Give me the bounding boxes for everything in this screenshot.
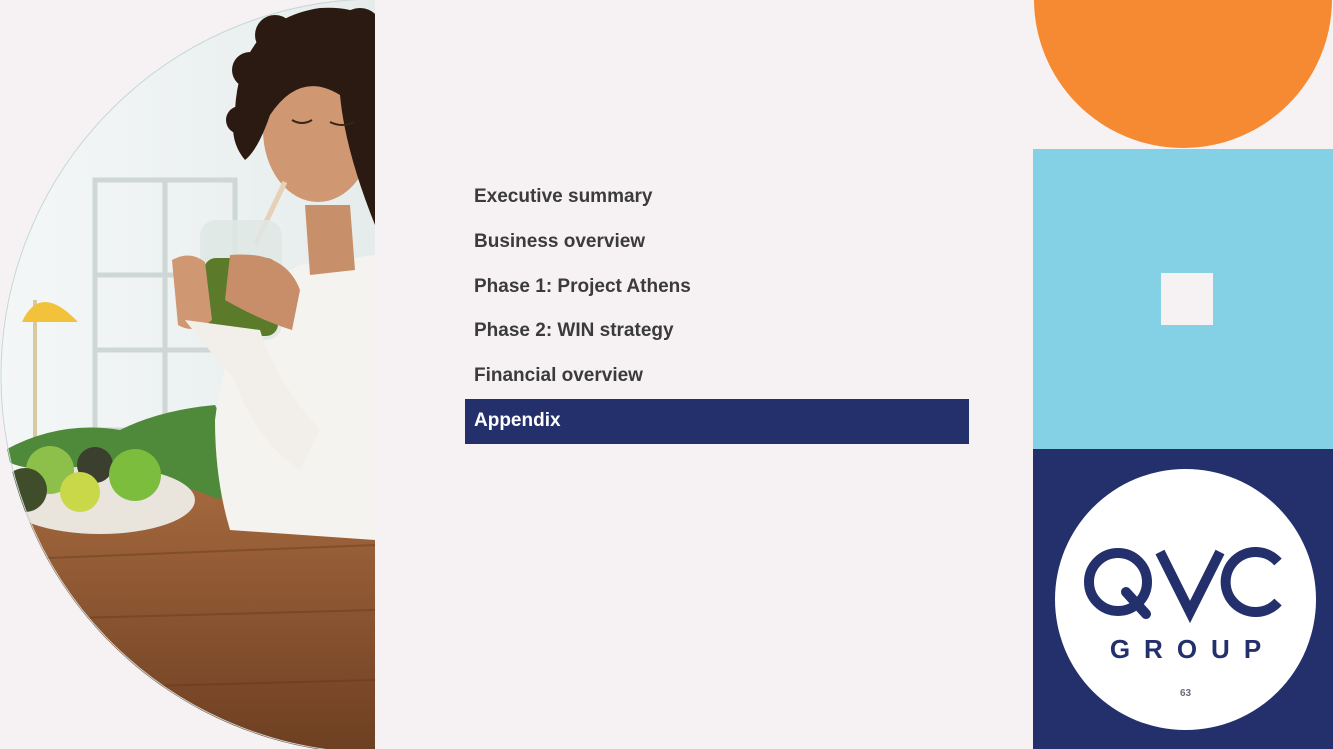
- logo-circle: GROUP 63: [1055, 469, 1316, 730]
- agenda-item-phase-2[interactable]: Phase 2: WIN strategy: [465, 309, 969, 354]
- agenda-item-executive-summary[interactable]: Executive summary: [465, 175, 969, 220]
- agenda-list: Executive summary Business overview Phas…: [465, 175, 969, 444]
- agenda-item-appendix-active[interactable]: Appendix: [465, 398, 969, 444]
- white-square: [1161, 273, 1213, 325]
- agenda-item-financial-overview[interactable]: Financial overview: [465, 354, 969, 399]
- agenda-item-business-overview[interactable]: Business overview: [465, 220, 969, 265]
- light-blue-block: [1033, 149, 1333, 449]
- navy-block: GROUP 63: [1033, 449, 1333, 749]
- qvc-logo: [1084, 547, 1282, 624]
- page-number: 63: [1179, 688, 1192, 699]
- top-block: [1033, 0, 1333, 149]
- hero-photo: [0, 0, 375, 749]
- orange-circle: [1034, 0, 1332, 148]
- agenda-item-phase-1[interactable]: Phase 1: Project Athens: [465, 265, 969, 310]
- decorative-panel: GROUP 63: [1033, 0, 1333, 749]
- logo-group-text: GROUP: [1109, 634, 1276, 664]
